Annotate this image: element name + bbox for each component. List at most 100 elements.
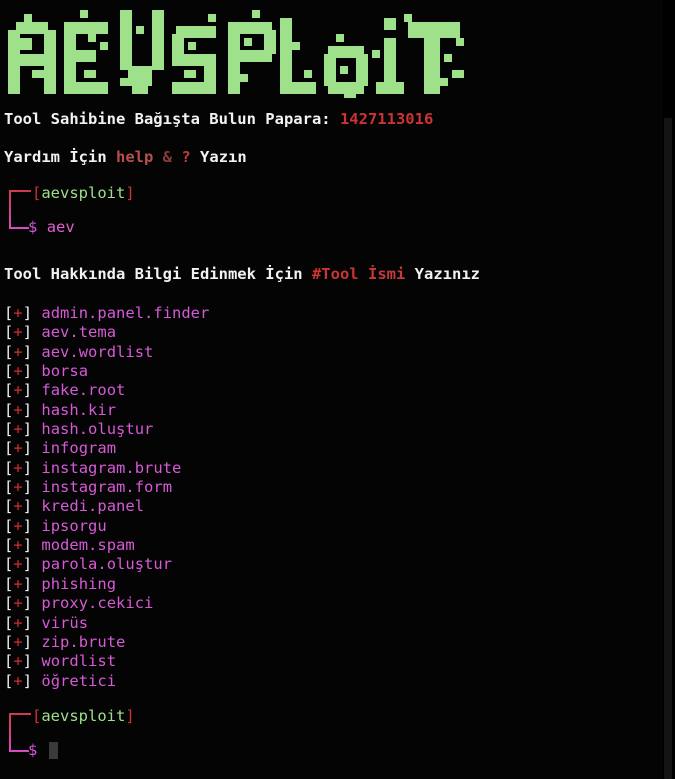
tool-list-item[interactable]: [+] hash.kir xyxy=(4,401,209,420)
tool-marker-plus-icon: + xyxy=(13,574,23,593)
tool-name[interactable]: phishing xyxy=(41,575,116,593)
tool-name[interactable]: parola.oluştur xyxy=(41,555,172,573)
tool-marker-plus-icon: + xyxy=(13,323,23,342)
tool-list-item[interactable]: [+] kredi.panel xyxy=(4,497,209,516)
tool-name[interactable]: aev.wordlist xyxy=(41,343,153,361)
prompt2-bracket-open: [ xyxy=(32,707,42,725)
tool-name[interactable]: hash.oluştur xyxy=(41,420,153,438)
tool-marker-open: [ xyxy=(4,420,14,439)
tool-marker-open: [ xyxy=(4,458,14,477)
tool-marker-close: ] xyxy=(22,613,33,632)
tool-marker-close: ] xyxy=(22,497,33,516)
tool-list-item[interactable]: [+] aev.tema xyxy=(4,323,209,342)
tool-list-item[interactable]: [+] borsa xyxy=(4,362,209,381)
scrollbar-thumb[interactable] xyxy=(664,118,672,779)
tool-marker-open: [ xyxy=(4,362,14,381)
tool-marker-plus-icon: + xyxy=(13,304,23,322)
tool-name[interactable]: öğretici xyxy=(41,672,116,690)
prompt-second-command-segment[interactable]: $ xyxy=(28,741,37,760)
tool-name[interactable]: admin.panel.finder xyxy=(41,304,209,322)
tool-list-item[interactable]: [+] parola.oluştur xyxy=(4,555,209,574)
tool-list-item[interactable]: [+] infogram xyxy=(4,439,209,458)
info-suffix: Yazınız xyxy=(414,265,480,283)
tool-list-item[interactable]: [+] proxy.cekici xyxy=(4,594,209,613)
tool-list-item[interactable]: [+] öğretici xyxy=(4,672,209,691)
tool-name[interactable]: fake.root xyxy=(41,381,125,399)
tool-marker-plus-icon: + xyxy=(13,594,23,613)
prompt-entered-command: aev xyxy=(46,218,75,236)
tool-marker-close: ] xyxy=(22,574,33,593)
scrollbar-track[interactable] xyxy=(663,0,675,779)
tool-marker-close: ] xyxy=(22,632,33,651)
banner-art xyxy=(8,10,464,98)
terminal-window[interactable]: Tool Sahibine Bağışta Bulun Papara: 1427… xyxy=(0,0,675,779)
tool-marker-plus-icon: + xyxy=(13,536,23,555)
donation-account-number: 1427113016 xyxy=(339,110,434,128)
tool-name[interactable]: instagram.form xyxy=(41,478,172,496)
prompt-second-host-segment: [aevsploit] xyxy=(32,707,135,726)
tool-list-item[interactable]: [+] instagram.brute xyxy=(4,459,209,478)
tool-marker-plus-icon: + xyxy=(13,458,23,477)
help-command[interactable]: help xyxy=(116,148,153,166)
tool-marker-open: [ xyxy=(4,304,14,322)
tool-marker-close: ] xyxy=(22,439,33,458)
tool-marker-open: [ xyxy=(4,613,14,632)
tool-list-item[interactable]: [+] wordlist xyxy=(4,652,209,671)
tool-marker-plus-icon: + xyxy=(13,497,23,516)
tool-list-item[interactable]: [+] modem.spam xyxy=(4,536,209,555)
info-line: Tool Hakkında Bilgi Edinmek İçin #Tool İ… xyxy=(4,265,480,284)
donation-line: Tool Sahibine Bağışta Bulun Papara: 1427… xyxy=(4,110,433,129)
help-suffix: Yazın xyxy=(200,148,247,166)
tool-list-item[interactable]: [+] aev.wordlist xyxy=(4,343,209,362)
tool-list-item[interactable]: [+] admin.panel.finder xyxy=(4,304,209,323)
prompt2-hostname: aevsploit xyxy=(41,707,126,725)
tool-name[interactable]: hash.kir xyxy=(41,401,116,419)
tool-marker-plus-icon: + xyxy=(13,516,23,535)
tool-name[interactable]: infogram xyxy=(41,439,116,457)
tool-marker-plus-icon: + xyxy=(13,381,23,400)
prompt2-corner-bottom-icon xyxy=(9,749,29,752)
tool-marker-open: [ xyxy=(4,536,14,555)
tool-marker-plus-icon: + xyxy=(13,671,23,690)
tool-marker-close: ] xyxy=(22,516,33,535)
tool-marker-plus-icon: + xyxy=(13,420,23,439)
tool-marker-plus-icon: + xyxy=(13,400,23,419)
prompt2-dollar-icon: $ xyxy=(28,741,38,759)
tool-marker-close: ] xyxy=(22,555,33,574)
tool-name[interactable]: proxy.cekici xyxy=(41,594,153,612)
tool-marker-open: [ xyxy=(4,323,14,342)
prompt-dollar-icon: $ xyxy=(28,218,38,236)
tool-list-item[interactable]: [+] virüs xyxy=(4,614,209,633)
tool-list-item[interactable]: [+] ipsorgu xyxy=(4,517,209,536)
help-alt-command[interactable]: ? xyxy=(181,148,190,166)
tool-name[interactable]: wordlist xyxy=(41,652,116,670)
tool-marker-plus-icon: + xyxy=(13,342,23,361)
tool-marker-open: [ xyxy=(4,516,14,535)
tool-marker-close: ] xyxy=(22,342,33,361)
tool-name[interactable]: borsa xyxy=(41,362,88,380)
tool-list-item[interactable]: [+] fake.root xyxy=(4,381,209,400)
tool-name[interactable]: kredi.panel xyxy=(41,497,144,515)
tool-name[interactable]: zip.brute xyxy=(41,633,125,651)
tool-marker-open: [ xyxy=(4,342,14,361)
tool-marker-open: [ xyxy=(4,400,14,419)
tool-name[interactable]: virüs xyxy=(41,614,88,632)
tool-list-item[interactable]: [+] phishing xyxy=(4,575,209,594)
tool-name[interactable]: modem.spam xyxy=(41,536,134,554)
tool-name[interactable]: aev.tema xyxy=(41,323,116,341)
tool-name[interactable]: instagram.brute xyxy=(41,459,181,477)
prompt2-corner-top-icon xyxy=(9,713,31,716)
tool-marker-close: ] xyxy=(22,381,33,400)
prompt-bracket-open: [ xyxy=(32,184,42,202)
aevsploit-banner xyxy=(4,6,468,106)
tool-marker-open: [ xyxy=(4,555,14,574)
prompt-first-command-segment: $ aev xyxy=(28,218,75,237)
tool-name[interactable]: ipsorgu xyxy=(41,517,106,535)
tool-marker-close: ] xyxy=(22,594,33,613)
tool-list-item[interactable]: [+] instagram.form xyxy=(4,478,209,497)
tool-marker-close: ] xyxy=(22,323,33,342)
tool-list-item[interactable]: [+] hash.oluştur xyxy=(4,420,209,439)
tool-list-item[interactable]: [+] zip.brute xyxy=(4,633,209,652)
tool-marker-close: ] xyxy=(22,458,33,477)
tool-marker-open: [ xyxy=(4,439,14,458)
